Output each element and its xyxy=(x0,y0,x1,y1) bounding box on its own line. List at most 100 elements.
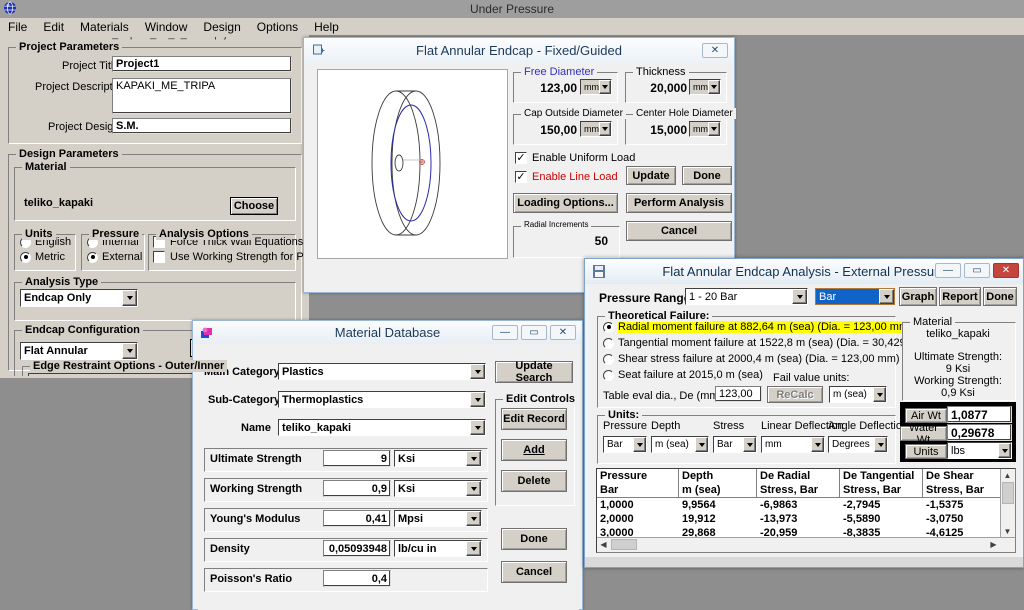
menu-item-window[interactable]: Window xyxy=(137,20,196,34)
delete-button[interactable]: Delete xyxy=(501,470,567,492)
radio-seat-failure[interactable] xyxy=(603,369,614,381)
edit-record-button[interactable]: Edit Record xyxy=(501,408,567,430)
checkbox-enable-uniform-load-box[interactable]: ✓ xyxy=(515,152,527,164)
material-database-minimize-button[interactable]: — xyxy=(492,325,518,340)
chevron-down-icon[interactable] xyxy=(879,289,894,304)
density-input[interactable]: 0,05093948 xyxy=(323,540,391,557)
analysis-close-button[interactable]: ✕ xyxy=(993,263,1019,278)
center-hole-diameter-unit-combo[interactable]: mm xyxy=(689,121,721,137)
ultimate-strength-unit-combo[interactable]: Ksi xyxy=(394,450,482,467)
update-search-button[interactable]: Update Search xyxy=(495,360,573,384)
loading-options-button[interactable]: Loading Options... xyxy=(513,193,618,213)
project-description-input[interactable]: KAPAKI_ME_TRIPA xyxy=(112,78,292,114)
radial-increments-value[interactable]: 50 xyxy=(513,233,608,249)
horizontal-scroll-thumb[interactable] xyxy=(611,539,637,550)
free-diameter-value[interactable]: 123,00 xyxy=(517,80,577,96)
chevron-down-icon[interactable] xyxy=(466,481,481,496)
chevron-down-icon[interactable] xyxy=(874,437,887,452)
analysis-done-button[interactable]: Done xyxy=(983,287,1017,306)
chevron-down-icon[interactable] xyxy=(743,437,756,452)
checkbox-enable-line-load[interactable]: ✓ Enable Line Load xyxy=(515,171,618,183)
graph-button[interactable]: Graph xyxy=(899,287,937,306)
material-done-button[interactable]: Done xyxy=(501,528,567,550)
material-cancel-button[interactable]: Cancel xyxy=(501,561,567,583)
material-database-maximize-button[interactable]: ▭ xyxy=(521,325,547,340)
report-button[interactable]: Report xyxy=(939,287,981,306)
cap-outside-diameter-value[interactable]: 150,00 xyxy=(517,122,577,138)
endcap-configuration-combo[interactable]: Flat Annular xyxy=(20,342,138,360)
chevron-down-icon[interactable] xyxy=(708,80,720,94)
menu-item-design[interactable]: Design xyxy=(195,20,248,34)
radio-shear-stress-failure[interactable] xyxy=(603,353,614,365)
units-linear-deflection-combo[interactable]: mm xyxy=(761,436,825,453)
chevron-down-icon[interactable] xyxy=(470,392,485,407)
units-pressure-combo[interactable]: Bar xyxy=(603,436,647,453)
ultimate-strength-input[interactable]: 9 xyxy=(323,450,391,467)
chevron-down-icon[interactable] xyxy=(599,80,611,94)
results-table[interactable]: Pressure Depth De Radial De Tangential D… xyxy=(596,468,1016,553)
radio-metric[interactable] xyxy=(20,251,31,263)
project-designer-input[interactable]: S.M. xyxy=(112,118,292,134)
material-name-combo[interactable]: teliko_kapaki xyxy=(278,419,486,436)
choose-material-button[interactable]: Choose xyxy=(230,197,278,215)
pressure-radio-external[interactable]: External xyxy=(87,251,142,263)
chevron-down-icon[interactable] xyxy=(811,437,824,452)
youngs-modulus-input[interactable]: 0,41 xyxy=(323,510,391,527)
radio-radial-moment-failure[interactable] xyxy=(603,321,614,333)
chevron-down-icon[interactable] xyxy=(873,387,886,402)
failure-option-seat[interactable]: Seat failure at 2015,0 m (sea) xyxy=(603,369,763,381)
menu-item-options[interactable]: Options xyxy=(249,20,306,34)
chevron-down-icon[interactable] xyxy=(633,437,646,452)
units-radio-metric[interactable]: Metric xyxy=(20,251,65,263)
checkbox-working-strength-plastic[interactable]: Use Working Strength for Plastic xyxy=(153,251,307,263)
working-strength-input[interactable]: 0,9 xyxy=(323,480,391,497)
menu-item-file[interactable]: File xyxy=(0,20,35,34)
chevron-down-icon[interactable] xyxy=(599,122,611,136)
chevron-down-icon[interactable] xyxy=(695,437,708,452)
chevron-down-icon[interactable] xyxy=(470,364,485,379)
working-strength-unit-combo[interactable]: Ksi xyxy=(394,480,482,497)
chevron-down-icon[interactable] xyxy=(708,122,720,136)
endcap-close-button[interactable]: ✕ xyxy=(702,43,728,58)
sub-category-combo[interactable]: Thermoplastics xyxy=(278,391,486,408)
pressure-range-combo[interactable]: 1 - 20 Bar xyxy=(685,288,808,305)
vertical-scroll-thumb[interactable] xyxy=(1002,482,1014,504)
main-category-combo[interactable]: Plastics xyxy=(278,363,486,380)
update-button[interactable]: Update xyxy=(626,166,676,185)
chevron-down-icon[interactable] xyxy=(470,420,485,435)
table-row[interactable]: 1,0000 9,9564 -6,9863 -2,7945 -1,5375 xyxy=(597,498,1015,512)
density-unit-combo[interactable]: lb/cu in xyxy=(394,540,482,557)
cancel-button[interactable]: Cancel xyxy=(626,221,732,241)
scroll-right-icon[interactable]: ▶ xyxy=(987,538,1000,551)
perform-analysis-button[interactable]: Perform Analysis xyxy=(626,193,732,213)
analysis-maximize-button[interactable]: ▭ xyxy=(964,263,990,278)
done-button[interactable]: Done xyxy=(682,166,732,185)
units-depth-combo[interactable]: m (sea) xyxy=(651,436,709,453)
scroll-up-icon[interactable]: ▲ xyxy=(1001,469,1014,482)
center-hole-diameter-value[interactable]: 15,000 xyxy=(628,122,687,138)
menu-item-help[interactable]: Help xyxy=(306,20,347,34)
radio-tangential-moment-failure[interactable] xyxy=(603,337,614,349)
project-title-input[interactable]: Project1 xyxy=(112,56,292,72)
add-button[interactable]: Add xyxy=(501,439,567,461)
chevron-down-icon[interactable] xyxy=(466,511,481,526)
cap-outside-diameter-unit-combo[interactable]: mm xyxy=(580,121,612,137)
menubar[interactable]: File Edit Materials Window Design Option… xyxy=(0,18,1024,35)
analysis-type-combo[interactable]: Endcap Only xyxy=(20,289,138,307)
radio-external[interactable] xyxy=(87,251,98,263)
chevron-down-icon[interactable] xyxy=(466,541,481,556)
results-table-horizontal-scrollbar[interactable]: ◀ ▶ xyxy=(597,537,1015,552)
chevron-down-icon[interactable] xyxy=(466,451,481,466)
analysis-minimize-button[interactable]: — xyxy=(935,263,961,278)
fail-value-units-combo[interactable]: m (sea) xyxy=(829,386,887,403)
failure-option-shear[interactable]: Shear stress failure at 2000,4 m (sea) (… xyxy=(603,353,900,365)
table-row[interactable]: 2,0000 19,912 -13,973 -5,5890 -3,0750 xyxy=(597,512,1015,526)
youngs-modulus-unit-combo[interactable]: Mpsi xyxy=(394,510,482,527)
menu-item-edit[interactable]: Edit xyxy=(35,20,72,34)
chevron-down-icon[interactable] xyxy=(998,443,1011,458)
recalc-button[interactable]: ReCalc xyxy=(767,386,823,403)
table-eval-dia-input[interactable]: 123,00 xyxy=(715,386,762,402)
chevron-down-icon[interactable] xyxy=(122,290,137,306)
failure-option-radial[interactable]: Radial moment failure at 882,64 m (sea) … xyxy=(603,321,912,333)
material-database-close-button[interactable]: ✕ xyxy=(550,325,576,340)
